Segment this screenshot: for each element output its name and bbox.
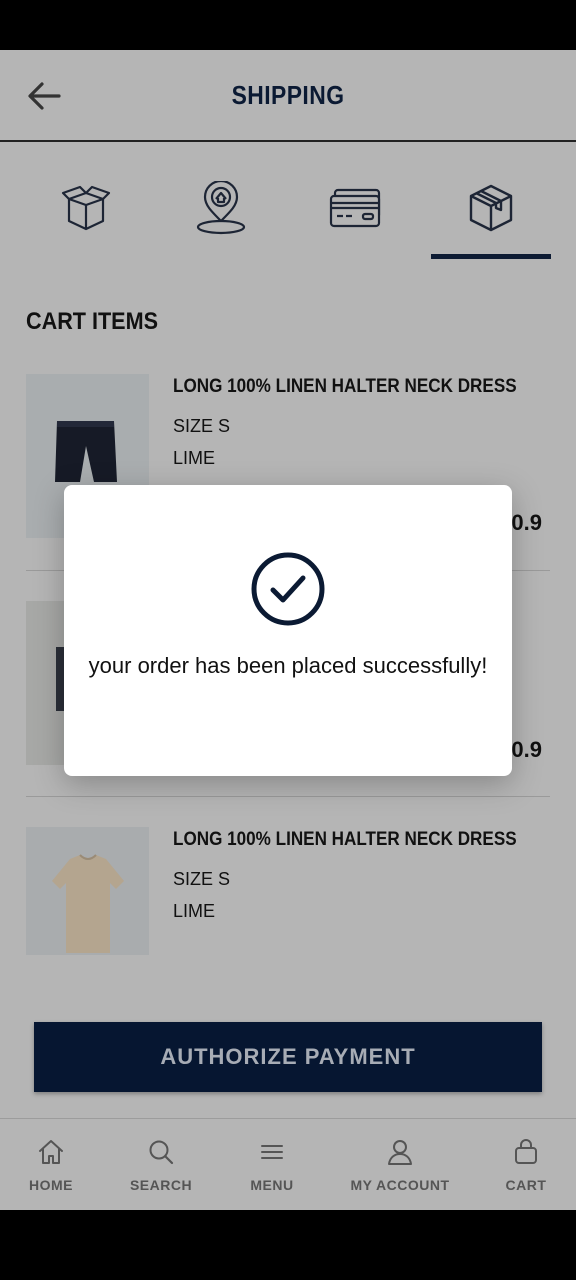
divider — [26, 796, 550, 797]
active-step-indicator — [431, 254, 551, 259]
app-header: SHIPPING — [0, 50, 576, 142]
status-bar — [0, 0, 576, 50]
order-success-dialog[interactable]: your order has been placed successfully! — [64, 485, 512, 776]
product-name: LONG 100% LINEN HALTER NECK DRESS — [173, 829, 517, 850]
step-address[interactable] — [161, 178, 281, 238]
product-size: SIZE S — [173, 416, 231, 436]
bag-icon — [515, 1139, 537, 1164]
tab-cart[interactable]: CART — [471, 1137, 576, 1193]
step-cart[interactable] — [26, 178, 146, 238]
authorize-payment-button[interactable]: AUTHORIZE PAYMENT — [34, 1022, 542, 1092]
location-pin-icon — [196, 181, 246, 235]
product-color: LIME — [173, 901, 216, 921]
step-review[interactable] — [431, 178, 551, 238]
step-payment[interactable] — [296, 178, 416, 238]
menu-icon — [261, 1145, 283, 1159]
user-icon — [388, 1140, 412, 1165]
tab-home[interactable]: HOME — [0, 1137, 106, 1193]
product-image — [26, 827, 149, 955]
cart-items-heading: CART ITEMS — [26, 308, 159, 335]
authorize-payment-label: AUTHORIZE PAYMENT — [160, 1044, 416, 1069]
search-icon — [149, 1140, 174, 1165]
tab-menu[interactable]: MENU — [217, 1137, 327, 1193]
credit-card-icon — [329, 188, 381, 228]
check-circle-icon — [251, 552, 325, 626]
bottom-navigation: HOME SEARCH MENU MY ACCOUNT CART — [0, 1118, 576, 1210]
cart-item[interactable]: LONG 100% LINEN HALTER NECK DRESS SIZE S… — [26, 827, 550, 957]
package-icon — [469, 184, 513, 232]
tab-my-account[interactable]: MY ACCOUNT — [345, 1137, 455, 1193]
page-title: SHIPPING — [231, 80, 345, 110]
product-color: LIME — [173, 448, 216, 468]
checkout-steps — [0, 142, 576, 262]
product-name: LONG 100% LINEN HALTER NECK DRESS — [173, 376, 517, 397]
home-icon — [39, 1140, 63, 1164]
tab-search[interactable]: SEARCH — [106, 1137, 216, 1193]
system-navigation-bar — [0, 1210, 576, 1280]
product-size: SIZE S — [173, 869, 231, 889]
open-box-icon — [61, 185, 111, 231]
success-message: your order has been placed successfully! — [88, 653, 488, 678]
